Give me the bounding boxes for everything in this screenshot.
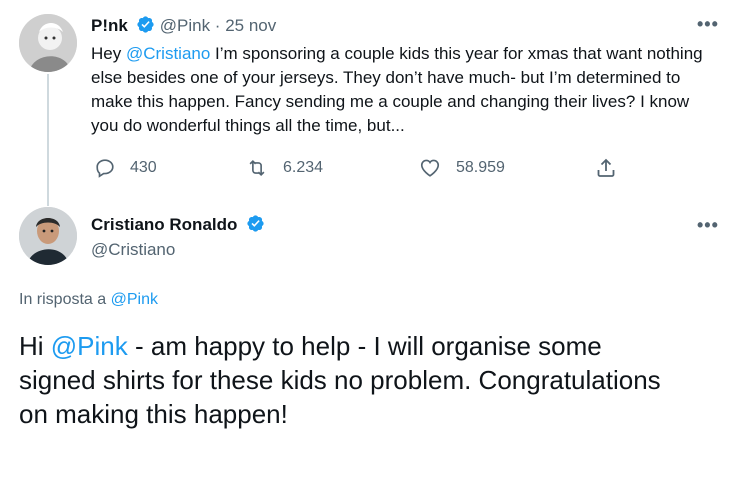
tweet1-date[interactable]: 25 nov	[225, 16, 276, 35]
pink-avatar-image	[19, 14, 77, 72]
tweet1-author-handle[interactable]: @Pink	[160, 16, 210, 35]
tweet1-more-options-icon[interactable]: •••	[697, 14, 719, 35]
heart-icon	[420, 159, 440, 177]
like-count: 58.959	[456, 159, 505, 176]
cristiano-avatar[interactable]	[19, 207, 77, 265]
verified-badge-icon	[247, 215, 264, 232]
verified-badge-icon	[137, 16, 154, 33]
tweet2-text-part1: Hi	[19, 331, 51, 361]
tweet1-body: Hey @Cristiano I’m sponsoring a couple k…	[91, 42, 721, 138]
reply-context: In risposta a @Pink	[19, 291, 158, 309]
tweet2-mention-link[interactable]: @Pink	[51, 331, 128, 361]
tweet2-body: Hi @Pink - am happy to help - I will org…	[19, 329, 679, 431]
pink-avatar[interactable]	[19, 14, 77, 72]
share-button[interactable]	[594, 156, 632, 180]
retweet-button[interactable]: 6.234	[245, 157, 323, 179]
tweet2-more-options-icon[interactable]: •••	[697, 215, 719, 236]
cristiano-avatar-image	[19, 207, 77, 265]
reply-context-mention-link[interactable]: @Pink	[111, 291, 158, 308]
tweet2-header: Cristiano Ronaldo	[91, 214, 265, 235]
tweet1-header: P!nk @Pink · 25 nov	[91, 15, 276, 36]
like-button[interactable]: 58.959	[418, 157, 505, 179]
retweet-icon	[249, 159, 265, 177]
tweet1-text-part1: Hey	[91, 44, 126, 63]
share-icon	[597, 158, 615, 177]
tweet1-mention-link[interactable]: @Cristiano	[126, 44, 210, 63]
tweet2-author-handle[interactable]: @Cristiano	[91, 240, 175, 260]
thread-connector-line	[47, 74, 49, 206]
tweet2-author-name[interactable]: Cristiano Ronaldo	[91, 215, 237, 234]
tweet1-author-name[interactable]: P!nk	[91, 16, 128, 35]
reply-context-prefix: In risposta a	[19, 291, 111, 308]
tweet1-date-separator: ·	[210, 16, 226, 35]
retweet-count: 6.234	[283, 159, 324, 176]
reply-icon	[96, 159, 114, 178]
reply-count: 430	[130, 159, 157, 176]
reply-button[interactable]: 430	[94, 157, 157, 179]
